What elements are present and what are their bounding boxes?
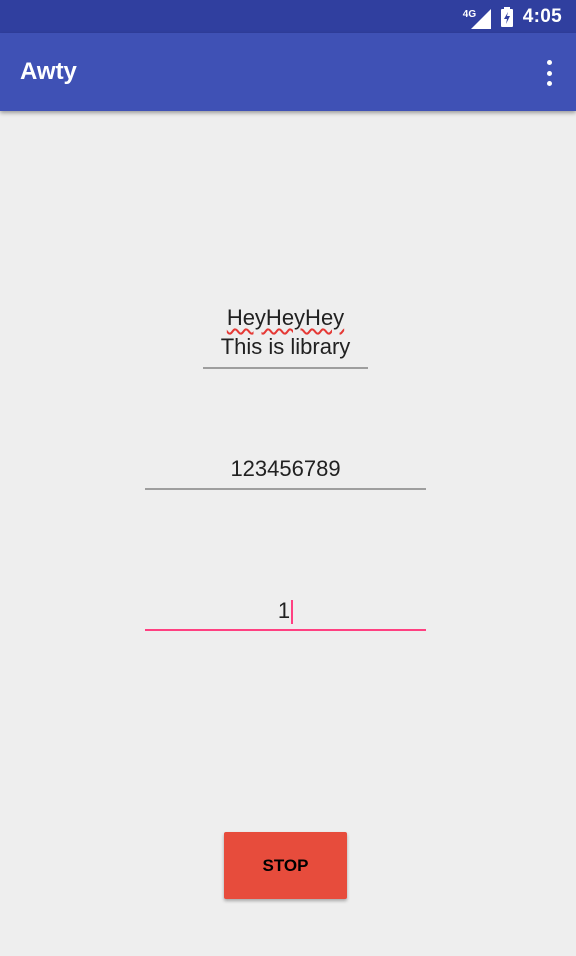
menu-dot bbox=[546, 70, 552, 76]
menu-dot bbox=[546, 60, 552, 65]
message-input[interactable]: HeyHeyHey This is library bbox=[203, 301, 368, 369]
message-line-2: This is library bbox=[220, 334, 351, 359]
status-clock: 4:05 bbox=[522, 5, 562, 27]
more-vert-icon[interactable] bbox=[544, 60, 554, 86]
battery-charging-icon bbox=[500, 6, 513, 27]
app-title: Awty bbox=[20, 58, 77, 85]
stop-button[interactable]: STOP bbox=[224, 832, 347, 899]
menu-dot bbox=[546, 81, 552, 86]
text-cursor bbox=[291, 600, 294, 625]
status-icons: 4G 4:05 bbox=[463, 0, 562, 33]
message-text-line-1: HeyHeyHey bbox=[226, 305, 345, 330]
message-line-1: HeyHeyHey bbox=[203, 303, 368, 332]
status-bar: 4G 4:05 bbox=[0, 0, 576, 33]
signal-indicator: 4G bbox=[463, 5, 491, 29]
app-bar: Awty bbox=[0, 33, 576, 111]
minutes-value: 1 bbox=[277, 598, 291, 623]
phone-number-input[interactable]: 123456789 bbox=[145, 451, 426, 490]
main-content: HeyHeyHey This is library 123456789 1 ST… bbox=[0, 111, 576, 956]
minutes-input[interactable]: 1 bbox=[145, 593, 426, 631]
phone-number-value: 123456789 bbox=[230, 456, 341, 481]
signal-icon bbox=[470, 8, 491, 29]
